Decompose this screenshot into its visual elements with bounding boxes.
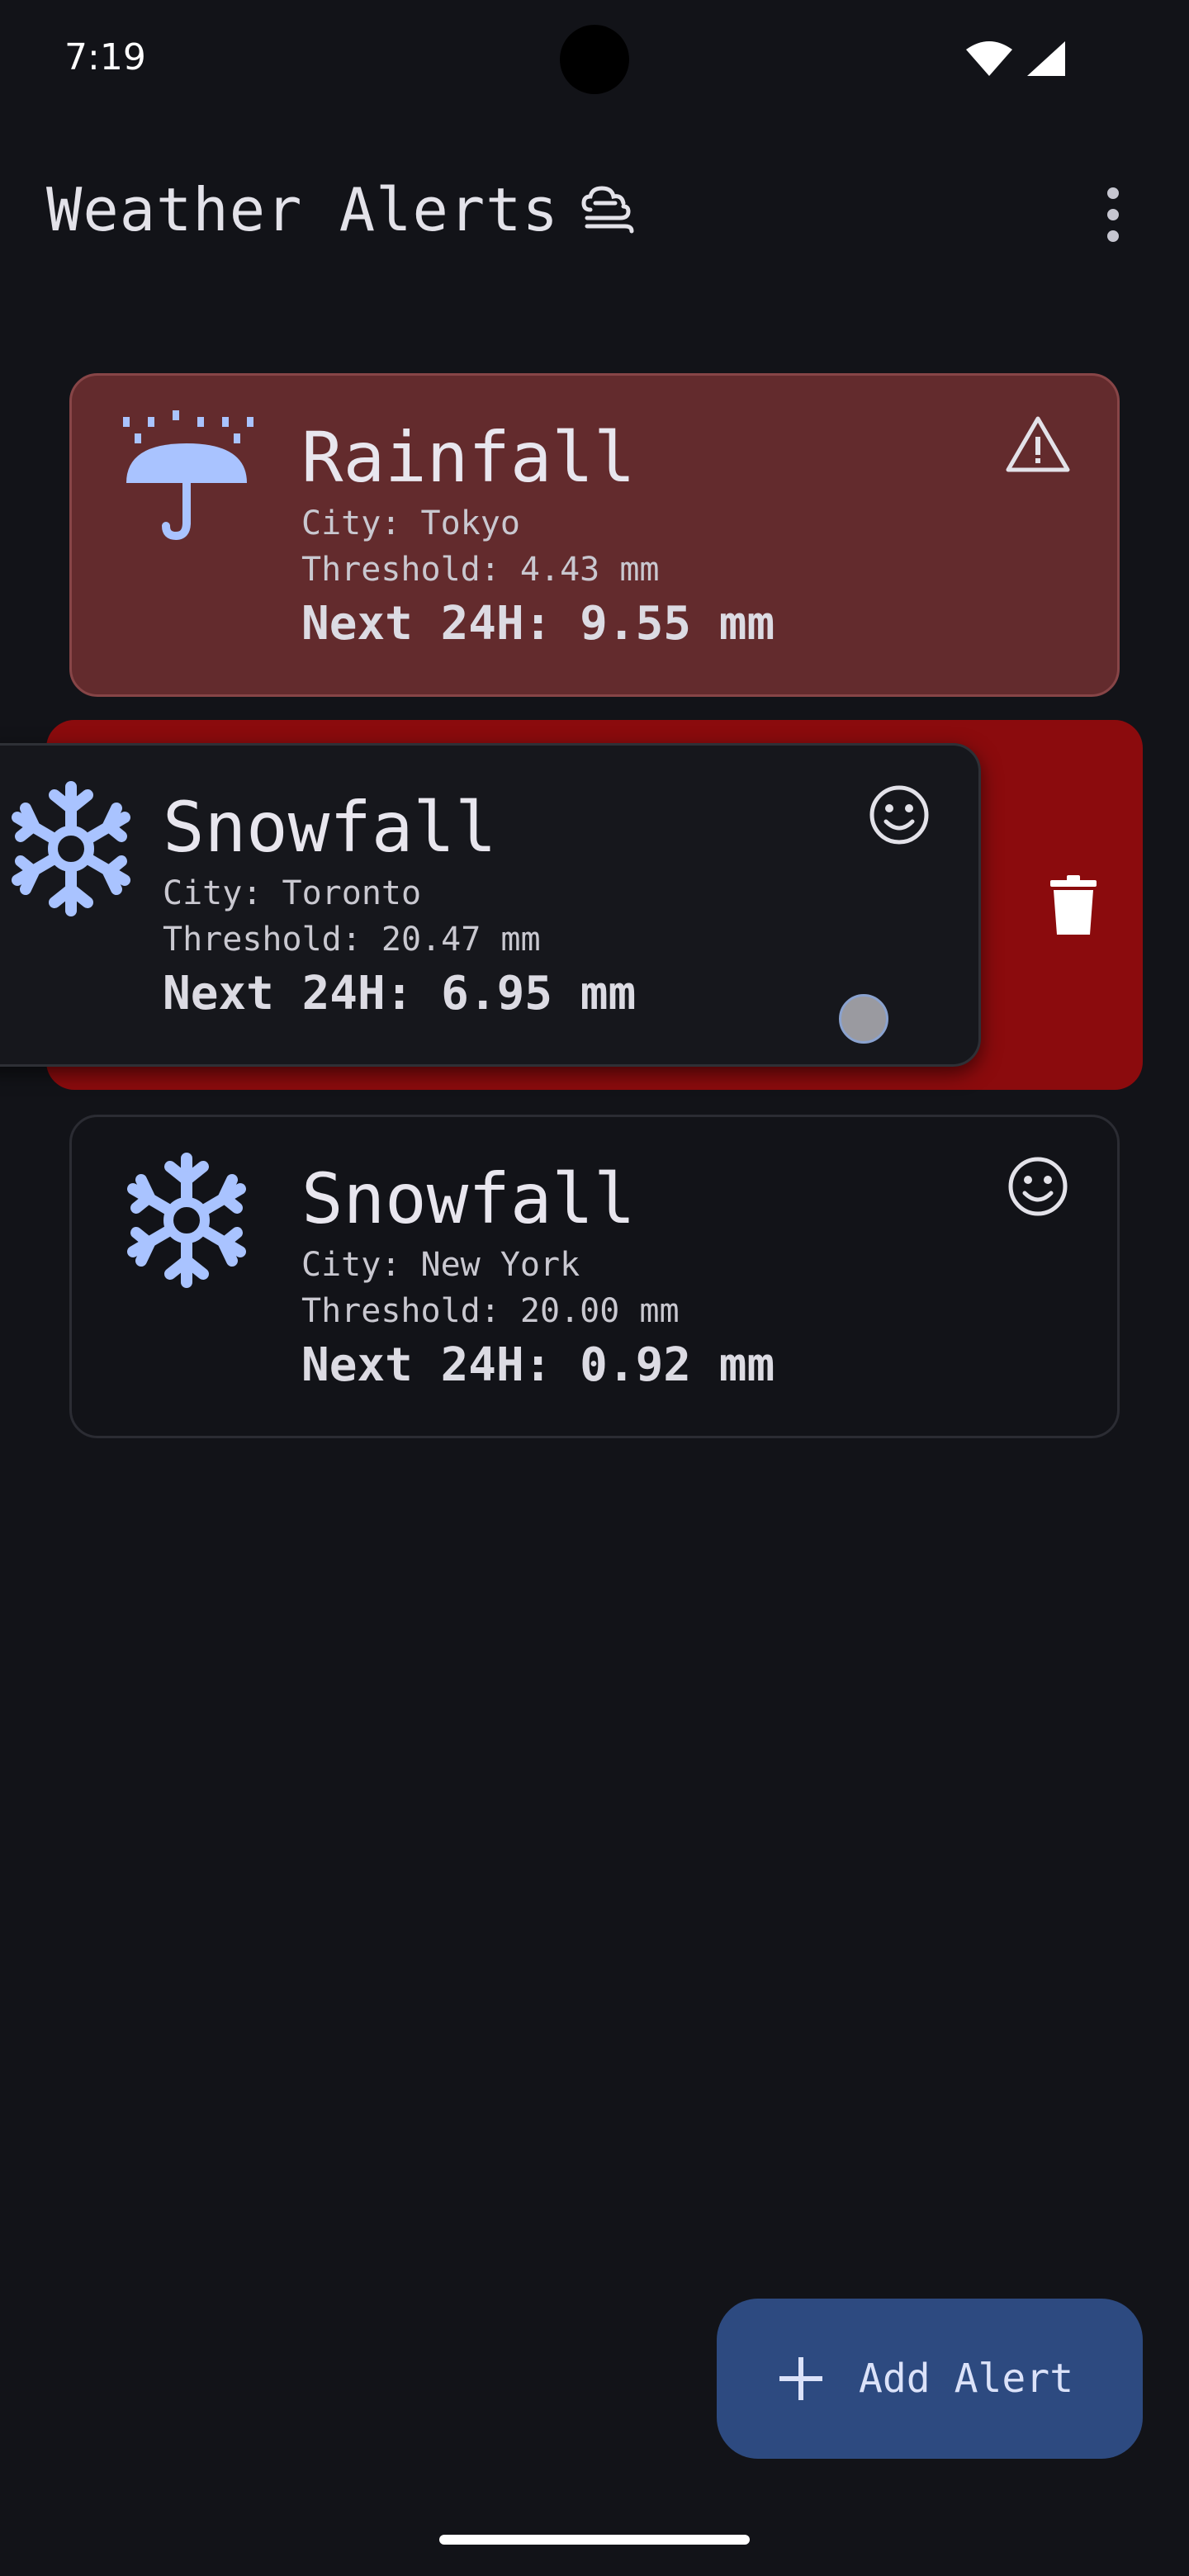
more-vert-icon[interactable] (1087, 182, 1139, 248)
alert-threshold: Threshold: 4.43 mm (301, 551, 660, 589)
alert-next-24h: Next 24H: 6.95 mm (163, 967, 637, 1020)
cell-signal-icon (1027, 41, 1065, 76)
add-alert-label: Add Alert (859, 2356, 1074, 2402)
smile-icon (1008, 1157, 1068, 1216)
alert-type: Snowfall (301, 1158, 636, 1239)
trash-icon[interactable] (1047, 875, 1100, 935)
alert-city: City: Toronto (163, 874, 422, 912)
smile-icon (869, 785, 929, 845)
wind-cloud-icon (581, 186, 634, 234)
add-alert-button[interactable]: Add Alert (717, 2299, 1143, 2459)
umbrella-rain-icon (118, 410, 255, 547)
snowflake-icon (2, 780, 140, 917)
touch-indicator (839, 994, 888, 1044)
app-title-text: Weather Alerts (46, 175, 559, 244)
alert-next-24h: Next 24H: 0.92 mm (301, 1338, 775, 1392)
alert-city: City: New York (301, 1246, 580, 1284)
snowflake-icon (118, 1152, 255, 1289)
app-title: Weather Alerts (46, 175, 638, 244)
alert-card-rainfall-tokyo[interactable]: Rainfall City: Tokyo Threshold: 4.43 mm … (69, 373, 1120, 697)
camera-cutout (560, 25, 629, 94)
plus-icon (779, 2357, 822, 2400)
alert-type: Rainfall (301, 417, 636, 498)
screen: 7:19 Weather Alerts Rainfall City: Tokyo… (0, 0, 1189, 2576)
alert-threshold: Threshold: 20.00 mm (301, 1292, 680, 1330)
alert-card-snowfall-toronto[interactable]: Snowfall City: Toronto Threshold: 20.47 … (0, 743, 981, 1067)
alert-city: City: Tokyo (301, 504, 520, 542)
alert-card-snowfall-new-york[interactable]: Snowfall City: New York Threshold: 20.00… (69, 1115, 1120, 1438)
status-icons (966, 41, 1065, 76)
alert-next-24h: Next 24H: 9.55 mm (301, 597, 775, 651)
status-time: 7:19 (64, 36, 146, 78)
alert-threshold: Threshold: 20.47 mm (163, 921, 541, 959)
wifi-icon (966, 41, 1012, 76)
home-indicator[interactable] (439, 2535, 750, 2545)
alert-type: Snowfall (163, 787, 497, 868)
warning-icon (1006, 416, 1070, 472)
